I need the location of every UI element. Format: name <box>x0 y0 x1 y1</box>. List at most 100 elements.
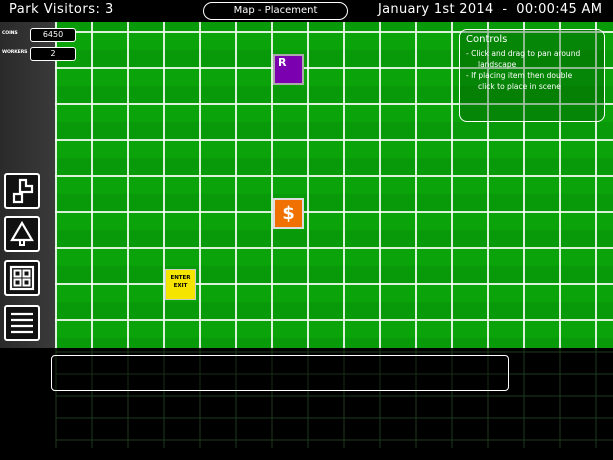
grid-cell-shadow <box>272 302 308 320</box>
path-tool-button[interactable] <box>4 173 40 209</box>
grid-cell-shadow <box>236 230 272 248</box>
grid-cell-shadow <box>128 266 164 284</box>
grid-cell-shadow <box>56 86 92 104</box>
gate-enter-label: ENTER <box>170 275 191 281</box>
grid-cell-shadow <box>416 22 452 32</box>
grid-cell-shadow <box>380 230 416 248</box>
menu-tool-button[interactable] <box>4 305 40 341</box>
grid-cell-shadow <box>344 302 380 320</box>
grid-cell-shadow <box>56 194 92 212</box>
grid-cell-shadow <box>488 158 524 176</box>
grid-tool-button[interactable] <box>4 260 40 296</box>
grid-cell-shadow <box>92 158 128 176</box>
grid-cell-shadow <box>308 338 344 348</box>
grid-cell-shadow <box>164 194 200 212</box>
grid-cell-shadow <box>596 338 613 348</box>
grid-cell-shadow <box>164 338 200 348</box>
grid-cell-shadow <box>236 266 272 284</box>
grid-cell-shadow <box>56 158 92 176</box>
grid-cell-shadow <box>200 158 236 176</box>
grid-cell-shadow <box>308 266 344 284</box>
grid-cell-shadow <box>92 266 128 284</box>
tree-tool-button[interactable] <box>4 216 40 252</box>
grid-cell-shadow <box>596 194 613 212</box>
workers-value: 2 <box>30 47 76 61</box>
grid-cell-shadow <box>308 122 344 140</box>
game-date-time: January 1st 2014 - 00:00:45 AM <box>378 2 603 17</box>
grid-cell-shadow <box>524 230 560 248</box>
entrance-exit-tile[interactable]: ENTER EXIT <box>165 269 196 300</box>
grid-cell-shadow <box>128 158 164 176</box>
grid-cell-shadow <box>200 194 236 212</box>
controls-panel: Controls - Click and drag to pan around … <box>459 29 605 122</box>
message-box <box>51 355 509 391</box>
grid-cell-shadow <box>344 338 380 348</box>
mode-indicator: Map - Placement <box>203 2 348 20</box>
grid-cell-shadow <box>200 86 236 104</box>
grid-cell-shadow <box>92 122 128 140</box>
grid-cell-shadow <box>524 338 560 348</box>
grid-cell-shadow <box>596 122 613 140</box>
grid-cell-shadow <box>344 122 380 140</box>
grid-cell-shadow <box>308 158 344 176</box>
ride-tile[interactable]: R <box>273 54 304 85</box>
grid-cell-shadow <box>488 230 524 248</box>
grid-cell-shadow <box>452 266 488 284</box>
grid-cell-shadow <box>236 158 272 176</box>
grid-cell-shadow <box>200 302 236 320</box>
grid-cell-shadow <box>56 266 92 284</box>
grid-cell-shadow <box>560 194 596 212</box>
grid-cell-shadow <box>272 338 308 348</box>
controls-line-3: - If placing item then double <box>466 71 573 80</box>
grid-cell-shadow <box>128 338 164 348</box>
grid-cell-shadow <box>236 302 272 320</box>
grid-cell-shadow <box>344 266 380 284</box>
grid-cell-shadow <box>344 230 380 248</box>
grid-cell-shadow <box>272 22 308 32</box>
grid-cell-shadow <box>164 122 200 140</box>
tree-icon <box>10 221 34 246</box>
shop-tile[interactable]: $ <box>273 198 304 229</box>
grid-cell-shadow <box>200 50 236 68</box>
grid-cell-shadow <box>236 122 272 140</box>
grid-cell-shadow <box>560 158 596 176</box>
grid-cell-shadow <box>236 50 272 68</box>
grid-cell-shadow <box>92 230 128 248</box>
grid-cell-shadow <box>308 50 344 68</box>
path-icon <box>12 178 34 204</box>
grid-cell-shadow <box>308 194 344 212</box>
grid-cell-shadow <box>200 22 236 32</box>
grid-cell-shadow <box>416 50 452 68</box>
grid-cell-shadow <box>452 122 488 140</box>
grid-cell-shadow <box>452 338 488 348</box>
grid-cell-shadow <box>92 194 128 212</box>
grid-cell-shadow <box>524 194 560 212</box>
grid-cell-shadow <box>344 86 380 104</box>
grid-cell-shadow <box>596 158 613 176</box>
grid-cell-shadow <box>452 230 488 248</box>
grid-cell-shadow <box>452 194 488 212</box>
grid-cell-shadow <box>236 194 272 212</box>
grid-cell-shadow <box>164 302 200 320</box>
grid-cell-shadow <box>416 230 452 248</box>
grid-cell-shadow <box>380 338 416 348</box>
grid-cell-shadow <box>92 86 128 104</box>
grid-cell-shadow <box>380 22 416 32</box>
grid-cell-shadow <box>452 158 488 176</box>
grid-cell-shadow <box>236 338 272 348</box>
grid-cell-shadow <box>416 86 452 104</box>
grid-cell-shadow <box>92 22 128 32</box>
grid-cell-shadow <box>596 302 613 320</box>
grid-cell-shadow <box>128 86 164 104</box>
shop-label: $ <box>282 203 295 224</box>
sidebar: COINS WORKERS <box>0 22 55 348</box>
grid-cell-shadow <box>560 338 596 348</box>
grid-cell-shadow <box>524 158 560 176</box>
workers-label: WORKERS <box>2 50 28 55</box>
grid-cell-shadow <box>164 50 200 68</box>
grid-cell-shadow <box>524 302 560 320</box>
grid-cell-shadow <box>344 158 380 176</box>
grid-cell-shadow <box>344 194 380 212</box>
grid-cell-shadow <box>92 50 128 68</box>
grid-cell-shadow <box>560 230 596 248</box>
